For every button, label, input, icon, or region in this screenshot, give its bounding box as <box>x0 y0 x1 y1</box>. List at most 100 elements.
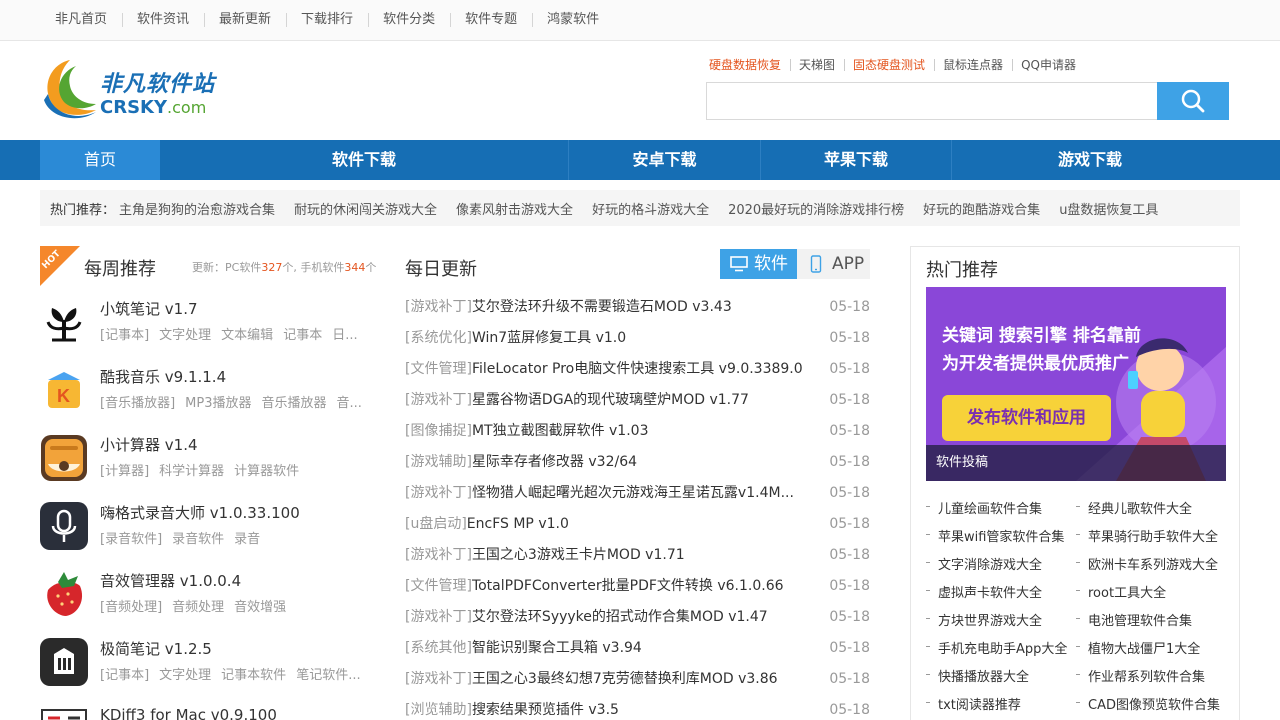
top-nav-item[interactable]: 下载排行 <box>286 0 368 40</box>
daily-item-title[interactable]: 王国之心3最终幻想7克劳德替换利库MOD v3.86 <box>472 671 778 687</box>
daily-item[interactable]: [u盘启动]EncFS MP v1.0 05-18 <box>405 514 870 545</box>
hotrec-link[interactable]: 经典儿歌软件大全 <box>1076 498 1226 517</box>
hot-recommend-link[interactable]: 耐玩的休闲闯关游戏大全 <box>294 199 437 218</box>
weekly-item[interactable]: 极简笔记 v1.2.5 [记事本] 文字处理 记事本软件 笔记软件... <box>40 638 385 688</box>
weekly-item-tag[interactable]: 音效增强 <box>234 600 286 615</box>
hotrec-link[interactable]: 文字消除游戏大全 <box>926 554 1076 573</box>
daily-item-category[interactable]: [游戏补丁] <box>405 299 472 315</box>
daily-item[interactable]: [游戏补丁]王国之心3游戏王卡片MOD v1.71 05-18 <box>405 545 870 576</box>
daily-item-title[interactable]: 艾尔登法环Syyyke的招式动作合集MOD v1.47 <box>472 609 768 625</box>
hot-recommend-link[interactable]: u盘数据恢复工具 <box>1059 199 1158 218</box>
top-nav-item[interactable]: 软件分类 <box>368 0 450 40</box>
weekly-item-name[interactable]: 嗨格式录音大师 v1.0.33.100 <box>100 502 300 523</box>
hotrec-link[interactable]: 苹果wifi管家软件合集 <box>926 526 1076 545</box>
weekly-item-tag[interactable]: 记事本软件 <box>221 668 286 683</box>
daily-item[interactable]: [游戏补丁]艾尔登法环Syyyke的招式动作合集MOD v1.47 05-18 <box>405 607 870 638</box>
weekly-item[interactable]: 小筑笔记 v1.7 [记事本] 文字处理 文本编辑 记事本 日... <box>40 298 385 348</box>
search-hot-link[interactable]: 鼠标连点器 <box>934 58 1012 72</box>
hot-recommend-link[interactable]: 主角是狗狗的治愈游戏合集 <box>119 199 275 218</box>
top-nav-item[interactable]: 软件资讯 <box>122 0 204 40</box>
daily-item-title[interactable]: 怪物猎人崛起曙光超次元游戏海王星诺瓦露v1.4M... <box>472 485 794 501</box>
weekly-item-tag[interactable]: [记事本] <box>100 668 149 683</box>
tab-app[interactable]: APP <box>802 249 870 279</box>
weekly-item[interactable]: K 酷我音乐 v9.1.1.4 [音乐播放器] MP3播放器 音乐播放器 音... <box>40 366 385 416</box>
daily-item-category[interactable]: [文件管理] <box>405 578 472 594</box>
hotrec-link[interactable]: 方块世界游戏大全 <box>926 610 1076 629</box>
weekly-item-tag[interactable]: 音乐播放器 <box>261 396 326 411</box>
hotrec-link[interactable]: 作业帮系列软件合集 <box>1076 666 1226 685</box>
daily-item[interactable]: [游戏补丁]怪物猎人崛起曙光超次元游戏海王星诺瓦露v1.4M... 05-18 <box>405 483 870 514</box>
weekly-item[interactable]: KDiff3 for Mac v0.9.100 <box>40 706 385 720</box>
daily-item-category[interactable]: [游戏补丁] <box>405 485 472 501</box>
hotrec-link[interactable]: 欧洲卡车系列游戏大全 <box>1076 554 1226 573</box>
weekly-item-tag[interactable]: 音... <box>337 396 362 411</box>
hotrec-link[interactable]: CAD图像预览软件合集 <box>1076 694 1226 713</box>
weekly-item-tag[interactable]: [记事本] <box>100 328 149 343</box>
weekly-item-name[interactable]: 音效管理器 v1.0.0.4 <box>100 570 241 591</box>
nav-software[interactable]: 软件下载 <box>160 140 568 180</box>
daily-item-title[interactable]: 星际幸存者修改器 v32/64 <box>472 454 637 470</box>
weekly-item-name[interactable]: 小计算器 v1.4 <box>100 434 198 455</box>
weekly-item-name[interactable]: 酷我音乐 v9.1.1.4 <box>100 366 226 387</box>
weekly-item-tag[interactable]: 笔记软件... <box>296 668 360 683</box>
weekly-item-tag[interactable]: 录音 <box>234 532 260 547</box>
hotrec-link[interactable]: 电池管理软件合集 <box>1076 610 1226 629</box>
hotrec-link[interactable]: root工具大全 <box>1076 582 1226 601</box>
daily-item-category[interactable]: [浏览辅助] <box>405 702 472 718</box>
daily-item[interactable]: [游戏补丁]王国之心3最终幻想7克劳德替换利库MOD v3.86 05-18 <box>405 669 870 700</box>
top-nav-item[interactable]: 最新更新 <box>204 0 286 40</box>
hotrec-link[interactable]: 植物大战僵尸1大全 <box>1076 638 1226 657</box>
hot-recommend-link[interactable]: 好玩的格斗游戏大全 <box>592 199 709 218</box>
search-input[interactable] <box>707 83 1157 119</box>
daily-item-title[interactable]: FileLocator Pro电脑文件快速搜索工具 v9.0.3389.0 <box>472 361 803 377</box>
weekly-item-tag[interactable]: 录音软件 <box>172 532 224 547</box>
weekly-item-name[interactable]: KDiff3 for Mac v0.9.100 <box>100 706 277 720</box>
daily-item[interactable]: [文件管理]TotalPDFConverter批量PDF文件转换 v6.1.0.… <box>405 576 870 607</box>
tab-software[interactable]: 软件 <box>720 249 797 279</box>
weekly-item-tag[interactable]: [音频处理] <box>100 600 162 615</box>
hotrec-link[interactable]: 儿童绘画软件合集 <box>926 498 1076 517</box>
daily-item[interactable]: [图像捕捉]MT独立截图截屏软件 v1.03 05-18 <box>405 421 870 452</box>
top-nav-item[interactable]: 非凡首页 <box>40 0 122 40</box>
nav-home[interactable]: 首页 <box>40 140 160 180</box>
daily-item-title[interactable]: Win7蓝屏修复工具 v1.0 <box>472 330 626 346</box>
daily-item-title[interactable]: EncFS MP v1.0 <box>467 516 569 532</box>
daily-item[interactable]: [游戏辅助]星际幸存者修改器 v32/64 05-18 <box>405 452 870 483</box>
weekly-item-tag[interactable]: 音频处理 <box>172 600 224 615</box>
daily-item-title[interactable]: 星露谷物语DGA的现代玻璃壁炉MOD v1.77 <box>472 392 749 408</box>
hot-recommend-link[interactable]: 像素风射击游戏大全 <box>456 199 573 218</box>
nav-apple[interactable]: 苹果下载 <box>761 140 951 180</box>
daily-item-category[interactable]: [游戏补丁] <box>405 671 472 687</box>
daily-item-category[interactable]: [游戏补丁] <box>405 547 472 563</box>
hot-recommend-link[interactable]: 好玩的跑酷游戏合集 <box>923 199 1040 218</box>
daily-item[interactable]: [系统优化]Win7蓝屏修复工具 v1.0 05-18 <box>405 328 870 359</box>
publish-software-button[interactable]: 发布软件和应用 <box>942 395 1111 441</box>
weekly-item-name[interactable]: 小筑笔记 v1.7 <box>100 298 198 319</box>
weekly-item-tag[interactable]: MP3播放器 <box>185 396 251 411</box>
daily-item-title[interactable]: 智能识别聚合工具箱 v3.94 <box>472 640 642 656</box>
hotrec-link[interactable]: 苹果骑行助手软件大全 <box>1076 526 1226 545</box>
weekly-item-tag[interactable]: [录音软件] <box>100 532 162 547</box>
weekly-item-tag[interactable]: 科学计算器 <box>159 464 224 479</box>
weekly-item-tag[interactable]: 记事本 <box>283 328 322 343</box>
weekly-item-tag[interactable]: 文字处理 <box>159 328 211 343</box>
site-logo[interactable]: 非凡软件站 CRSKY.com <box>40 54 230 124</box>
weekly-item[interactable]: 小计算器 v1.4 [计算器] 科学计算器 计算器软件 <box>40 434 385 484</box>
weekly-item-tag[interactable]: [音乐播放器] <box>100 396 175 411</box>
daily-item-title[interactable]: MT独立截图截屏软件 v1.03 <box>472 423 649 439</box>
weekly-item-tag[interactable]: [计算器] <box>100 464 149 479</box>
hotrec-link[interactable]: 快播播放器大全 <box>926 666 1076 685</box>
weekly-item[interactable]: 音效管理器 v1.0.0.4 [音频处理] 音频处理 音效增强 <box>40 570 385 620</box>
daily-item-category[interactable]: [文件管理] <box>405 361 472 377</box>
hotrec-link[interactable]: txt阅读器推荐 <box>926 694 1076 713</box>
search-hot-link[interactable]: 固态硬盘测试 <box>844 58 934 72</box>
search-hot-link[interactable]: 天梯图 <box>790 58 844 72</box>
promo-banner[interactable]: 关键词 搜索引擎 排名靠前 为开发者提供最优质推广 发布软件和应用 软件投稿 <box>926 287 1226 481</box>
hotrec-link[interactable]: 虚拟声卡软件大全 <box>926 582 1076 601</box>
search-button[interactable] <box>1157 82 1229 120</box>
daily-item[interactable]: [文件管理]FileLocator Pro电脑文件快速搜索工具 v9.0.338… <box>405 359 870 390</box>
daily-item-category[interactable]: [u盘启动] <box>405 516 467 532</box>
nav-android[interactable]: 安卓下载 <box>569 140 760 180</box>
daily-item[interactable]: [浏览辅助]搜索结果预览插件 v3.5 05-18 <box>405 700 870 720</box>
nav-games[interactable]: 游戏下载 <box>952 140 1228 180</box>
